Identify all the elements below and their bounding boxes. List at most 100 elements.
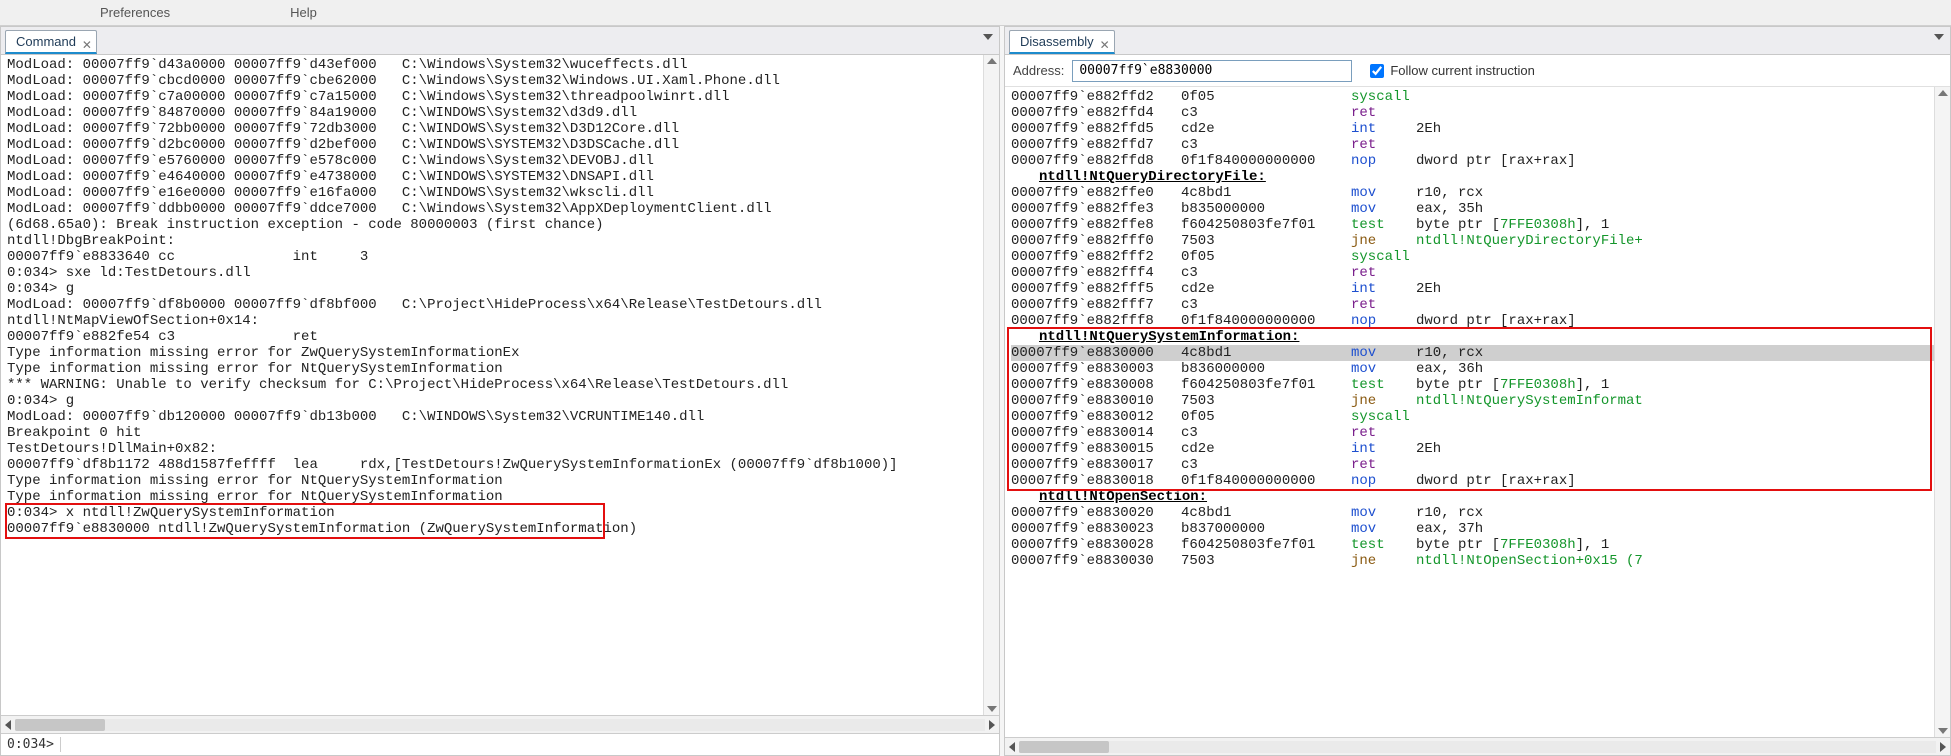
dis-mnemonic: nop (1351, 153, 1416, 169)
dis-mnemonic: jne (1351, 393, 1416, 409)
disassembly-row[interactable]: 00007ff9`e8830017c3ret (1011, 457, 1946, 473)
disassembly-row[interactable]: 00007ff9`e88300004c8bd1movr10, rcx (1011, 345, 1946, 361)
dis-operands (1416, 105, 1946, 121)
disassembly-row[interactable]: 00007ff9`e882ffe3b835000000moveax, 35h (1011, 201, 1946, 217)
disassembly-row[interactable]: 00007ff9`e882ffe04c8bd1movr10, rcx (1011, 185, 1946, 201)
dis-addr: 00007ff9`e882ffe0 (1011, 185, 1181, 201)
dis-addr: 00007ff9`e8830020 (1011, 505, 1181, 521)
scroll-left-icon[interactable] (1009, 742, 1015, 752)
close-icon[interactable]: ✕ (82, 34, 92, 56)
dis-mnemonic: int (1351, 121, 1416, 137)
command-output-line: *** WARNING: Unable to verify checksum f… (7, 377, 993, 393)
dis-operands: ntdll!NtQueryDirectoryFile+ (1416, 233, 1946, 249)
disassembly-row[interactable]: 00007ff9`e882fff5cd2eint2Eh (1011, 281, 1946, 297)
disassembly-row[interactable]: 00007ff9`e8830003b836000000moveax, 36h (1011, 361, 1946, 377)
command-output[interactable]: ModLoad: 00007ff9`d43a0000 00007ff9`d43e… (1, 55, 999, 715)
disassembly-row[interactable]: 00007ff9`e882ffd4c3ret (1011, 105, 1946, 121)
disassembly-row[interactable]: 00007ff9`e882fff20f05syscall (1011, 249, 1946, 265)
disassembly-listing[interactable]: 00007ff9`e882ffd20f05syscall00007ff9`e88… (1005, 87, 1950, 737)
disassembly-row[interactable]: 00007ff9`e8830023b837000000moveax, 37h (1011, 521, 1946, 537)
dis-bytes: 0f1f840000000000 (1181, 313, 1351, 329)
dis-mnemonic: ret (1351, 297, 1416, 313)
disassembly-panel-header: Disassembly ✕ (1005, 27, 1950, 55)
command-output-line: ModLoad: 00007ff9`e5760000 00007ff9`e578… (7, 153, 993, 169)
disassembly-row[interactable]: 00007ff9`e88300180f1f840000000000nopdwor… (1011, 473, 1946, 489)
dis-bytes: 0f1f840000000000 (1181, 153, 1351, 169)
dis-operands: 2Eh (1416, 441, 1946, 457)
dis-addr: 00007ff9`e882ffd7 (1011, 137, 1181, 153)
scroll-right-icon[interactable] (1940, 742, 1946, 752)
scroll-thumb[interactable] (1019, 741, 1109, 753)
command-output-line: Type information missing error for NtQue… (7, 473, 993, 489)
disassembly-row[interactable]: 00007ff9`e88300107503jnentdll!NtQuerySys… (1011, 393, 1946, 409)
disassembly-row[interactable]: 00007ff9`e88300120f05syscall (1011, 409, 1946, 425)
disassembly-row[interactable]: 00007ff9`e882ffd7c3ret (1011, 137, 1946, 153)
disassembly-vscrollbar[interactable] (1934, 87, 1950, 737)
command-panel: Command ✕ ModLoad: 00007ff9`d43a0000 000… (0, 26, 1000, 756)
command-output-line: 00007ff9`e8833640 cc int 3 (7, 249, 993, 265)
disassembly-row[interactable]: 00007ff9`e882fff80f1f840000000000nopdwor… (1011, 313, 1946, 329)
dis-bytes: f604250803fe7f01 (1181, 217, 1351, 233)
close-icon[interactable]: ✕ (1100, 34, 1110, 56)
dis-bytes: b836000000 (1181, 361, 1351, 377)
dis-operands (1416, 409, 1946, 425)
dis-mnemonic: ret (1351, 457, 1416, 473)
dis-operands (1416, 89, 1946, 105)
follow-checkbox-label: Follow current instruction (1390, 63, 1535, 78)
dis-addr: 00007ff9`e882ffd5 (1011, 121, 1181, 137)
dis-operands: byte ptr [7FFE0308h], 1 (1416, 537, 1946, 553)
menubar: Preferences Help (0, 0, 1951, 26)
scroll-right-icon[interactable] (989, 720, 995, 730)
scroll-track[interactable] (1019, 741, 1936, 753)
disassembly-hscrollbar[interactable] (1005, 737, 1950, 755)
dis-mnemonic: mov (1351, 345, 1416, 361)
dis-addr: 00007ff9`e8830028 (1011, 537, 1181, 553)
panel-menu-dropdown-icon[interactable] (1934, 34, 1944, 40)
dis-mnemonic: nop (1351, 313, 1416, 329)
disassembly-row[interactable]: 00007ff9`e882fff4c3ret (1011, 265, 1946, 281)
dis-addr: 00007ff9`e8830023 (1011, 521, 1181, 537)
disassembly-row[interactable]: 00007ff9`e88300204c8bd1movr10, rcx (1011, 505, 1946, 521)
disassembly-row[interactable]: 00007ff9`e882ffd5cd2eint2Eh (1011, 121, 1946, 137)
scroll-down-icon[interactable] (987, 706, 997, 712)
scroll-up-icon[interactable] (987, 58, 997, 64)
disassembly-tab[interactable]: Disassembly ✕ (1009, 30, 1115, 54)
dis-operands: dword ptr [rax+rax] (1416, 313, 1946, 329)
follow-instruction-checkbox[interactable]: Follow current instruction (1370, 63, 1535, 78)
dis-addr: 00007ff9`e8830010 (1011, 393, 1181, 409)
disassembly-row[interactable]: 00007ff9`e8830015cd2eint2Eh (1011, 441, 1946, 457)
disassembly-row[interactable]: 00007ff9`e882fff7c3ret (1011, 297, 1946, 313)
dis-mnemonic: int (1351, 281, 1416, 297)
command-vscrollbar[interactable] (983, 55, 999, 715)
dis-addr: 00007ff9`e882fff5 (1011, 281, 1181, 297)
panel-menu-dropdown-icon[interactable] (983, 34, 993, 40)
scroll-thumb[interactable] (15, 719, 105, 731)
disassembly-row[interactable]: 00007ff9`e882ffd20f05syscall (1011, 89, 1946, 105)
menu-help[interactable]: Help (270, 0, 337, 26)
command-output-line: ModLoad: 00007ff9`cbcd0000 00007ff9`cbe6… (7, 73, 993, 89)
scroll-up-icon[interactable] (1938, 90, 1948, 96)
dis-mnemonic: int (1351, 441, 1416, 457)
scroll-down-icon[interactable] (1938, 728, 1948, 734)
address-input[interactable] (1072, 60, 1352, 82)
disassembly-row[interactable]: 00007ff9`e88300307503jnentdll!NtOpenSect… (1011, 553, 1946, 569)
disassembly-row[interactable]: 00007ff9`e882fff07503jnentdll!NtQueryDir… (1011, 233, 1946, 249)
disassembly-row[interactable]: 00007ff9`e8830008f604250803fe7f01testbyt… (1011, 377, 1946, 393)
dis-addr: 00007ff9`e8830017 (1011, 457, 1181, 473)
command-input[interactable] (61, 737, 999, 752)
disassembly-row[interactable]: 00007ff9`e8830028f604250803fe7f01testbyt… (1011, 537, 1946, 553)
command-hscrollbar[interactable] (1, 715, 999, 733)
dis-bytes: f604250803fe7f01 (1181, 537, 1351, 553)
dis-mnemonic: mov (1351, 505, 1416, 521)
scroll-left-icon[interactable] (5, 720, 11, 730)
disassembly-row[interactable]: 00007ff9`e882ffe8f604250803fe7f01testbyt… (1011, 217, 1946, 233)
disassembly-row[interactable]: 00007ff9`e882ffd80f1f840000000000nopdwor… (1011, 153, 1946, 169)
follow-checkbox-input[interactable] (1370, 64, 1384, 78)
scroll-track[interactable] (15, 719, 985, 731)
dis-addr: 00007ff9`e882ffd8 (1011, 153, 1181, 169)
dis-mnemonic: syscall (1351, 409, 1416, 425)
disassembly-row[interactable]: 00007ff9`e8830014c3ret (1011, 425, 1946, 441)
command-tab[interactable]: Command ✕ (5, 30, 97, 54)
command-output-line: Type information missing error for NtQue… (7, 361, 993, 377)
menu-preferences[interactable]: Preferences (80, 0, 190, 26)
